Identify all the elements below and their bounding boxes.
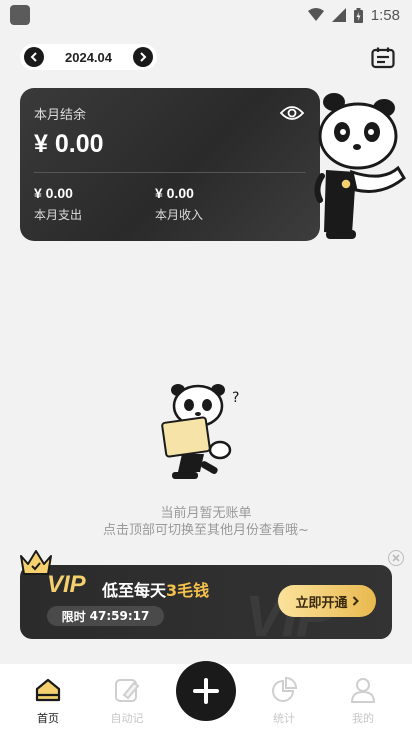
- card-divider: [34, 172, 306, 173]
- calendar-button[interactable]: [370, 45, 396, 71]
- crown-icon: [20, 550, 52, 575]
- vip-promo-banner[interactable]: VIP VIP 低至每天3毛钱 限时 47:59:17 立即开通: [20, 565, 392, 639]
- tab-profile-label: 我的: [352, 712, 374, 725]
- tab-auto-note[interactable]: 自动记: [97, 676, 157, 726]
- add-record-button[interactable]: [176, 661, 236, 721]
- vip-open-label: 立即开通: [295, 595, 348, 611]
- income-label: 本月收入: [155, 208, 204, 222]
- balance-amount: ¥ 0.00: [34, 130, 104, 158]
- prev-month-button[interactable]: [24, 47, 44, 67]
- balance-card: 本月结余 ¥ 0.00 ¥ 0.00 本月支出 ¥ 0.00 本月收入: [20, 88, 320, 241]
- plus-icon: [193, 678, 219, 704]
- close-banner-button[interactable]: [388, 550, 404, 566]
- month-switcher: 2024.04: [20, 44, 157, 70]
- expense-stat: ¥ 0.00 本月支出: [34, 185, 82, 223]
- card-title: 本月结余: [34, 108, 87, 123]
- user-icon: [350, 678, 376, 703]
- expense-label: 本月支出: [34, 208, 83, 222]
- panda-mascot-illustration: [314, 93, 406, 239]
- chevron-right-icon: [352, 596, 359, 606]
- expense-amount: ¥ 0.00: [34, 185, 73, 201]
- toggle-visibility-button[interactable]: [279, 104, 305, 122]
- income-stat: ¥ 0.00 本月收入: [155, 185, 203, 223]
- home-icon: [35, 678, 61, 702]
- vip-slogan-text: 低至每天: [102, 581, 167, 600]
- income-amount: ¥ 0.00: [155, 185, 194, 201]
- svg-text:?: ?: [232, 390, 239, 406]
- calendar-icon: [371, 47, 395, 69]
- status-time: 1:58: [370, 6, 400, 24]
- auto-note-icon: [115, 679, 140, 702]
- status-bar: 1:58: [0, 0, 412, 30]
- next-month-button[interactable]: [133, 47, 153, 67]
- tab-auto-note-label: 自动记: [110, 712, 144, 725]
- empty-panda-illustration: ?: [161, 384, 239, 479]
- tab-home[interactable]: 首页: [18, 676, 78, 726]
- chevron-right-icon: [140, 52, 147, 62]
- vip-slogan-price: 3毛钱: [166, 581, 210, 600]
- close-icon: [392, 554, 400, 562]
- signal-icon: [331, 8, 346, 22]
- vip-countdown: 限时 47:59:17: [47, 606, 164, 626]
- vip-open-button[interactable]: 立即开通: [278, 585, 376, 617]
- tab-statistics[interactable]: 统计: [254, 676, 314, 726]
- app-notification-icon: [10, 5, 30, 25]
- eye-icon: [279, 106, 305, 120]
- vip-slogan: 低至每天3毛钱: [102, 577, 209, 601]
- pie-chart-icon: [272, 677, 297, 702]
- vip-timer-label: 限时: [61, 609, 86, 624]
- chevron-left-icon: [30, 52, 37, 62]
- empty-state-hint: 点击顶部可切换至其他月份查看哦~: [103, 523, 309, 538]
- tab-home-label: 首页: [37, 712, 59, 725]
- wifi-icon: [307, 8, 324, 21]
- tab-profile[interactable]: 我的: [333, 676, 393, 726]
- current-month[interactable]: 2024.04: [65, 50, 112, 65]
- vip-timer-value: 47:59:17: [89, 609, 150, 623]
- battery-icon: [353, 7, 363, 23]
- tab-statistics-label: 统计: [273, 712, 295, 725]
